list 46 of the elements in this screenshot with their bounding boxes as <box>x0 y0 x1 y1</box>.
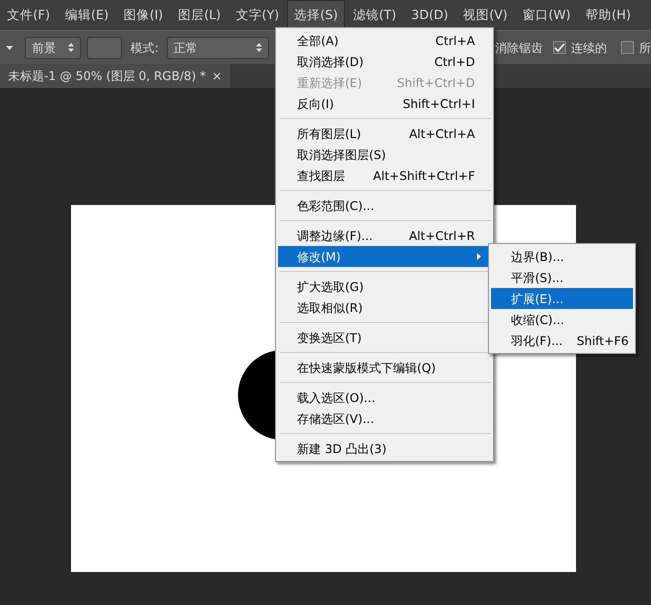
menu-item[interactable]: 文字(Y) <box>228 0 286 30</box>
menu-item[interactable]: 在快速蒙版模式下编辑(Q) <box>278 357 491 378</box>
menu-item[interactable]: 所有图层(L) Alt+Ctrl+A <box>278 123 491 144</box>
spinner-arrows-icon <box>68 43 74 52</box>
mode-select[interactable]: 正常 <box>166 36 270 58</box>
menu-item[interactable]: 平滑(S)... <box>491 267 633 288</box>
menu-item[interactable]: 羽化(F)... Shift+F6 <box>491 330 633 351</box>
menu-item[interactable]: 窗口(W) <box>516 0 578 30</box>
menu-item[interactable]: 扩大选取(G) <box>278 276 491 297</box>
checkbox[interactable] <box>553 41 566 54</box>
menu-item[interactable]: 新建 3D 凸出(3) <box>278 438 491 459</box>
menu-item[interactable]: 存储选区(V)... <box>278 408 491 429</box>
menu-item[interactable]: 帮助(H) <box>578 0 638 30</box>
dropdown-caret-icon[interactable] <box>6 46 13 50</box>
menu-item[interactable]: 选取相似(R) <box>278 297 491 318</box>
menu-item[interactable]: 选择(S) <box>287 0 345 30</box>
menu-item[interactable]: 图层(L) <box>171 0 228 30</box>
color-select[interactable] <box>86 36 122 58</box>
menu-item[interactable]: 边界(B)... <box>491 246 633 267</box>
menu-item[interactable]: 修改(M) <box>278 246 491 267</box>
document-tab[interactable]: 未标题-1 @ 50% (图层 0, RGB/8) * × <box>0 64 230 88</box>
menu-item[interactable]: 取消选择(D) Ctrl+D <box>278 51 491 72</box>
menu-item[interactable]: 扩展(E)... <box>491 288 633 309</box>
menu-item[interactable]: 反向(I) Shift+Ctrl+I <box>278 93 491 114</box>
menu-item[interactable]: 视图(V) <box>456 0 515 30</box>
menu-item[interactable]: 编辑(E) <box>58 0 116 30</box>
menu-item[interactable]: 调整边缘(F)... Alt+Ctrl+R <box>278 225 491 246</box>
close-icon[interactable]: × <box>212 67 222 85</box>
menu-item[interactable]: 查找图层 Alt+Shift+Ctrl+F <box>278 165 491 186</box>
menu-item[interactable]: 文件(F) <box>0 0 57 30</box>
menu-item[interactable]: 3D(D) <box>404 0 456 30</box>
menu-item[interactable]: 取消选择图层(S) <box>278 144 491 165</box>
checkbox[interactable] <box>621 41 634 54</box>
checkbox-label: 连续的 <box>571 40 608 56</box>
menu-item[interactable]: 全部(A) Ctrl+A <box>278 30 491 51</box>
menu-item[interactable]: 收缩(C)... <box>491 309 633 330</box>
antialias-label: 消除锯齿 <box>495 40 544 56</box>
fill-select[interactable]: 前景 <box>24 36 81 58</box>
menu-item[interactable]: 滤镜(T) <box>346 0 404 30</box>
menu-item[interactable]: 载入选区(O)... <box>278 387 491 408</box>
mode-label: 模式: <box>130 40 159 56</box>
checkbox-label: 所 <box>639 40 651 56</box>
spinner-arrows-icon <box>256 43 262 52</box>
menu-item[interactable]: 变换选区(T) <box>278 327 491 348</box>
menu-item[interactable]: 图像(I) <box>116 0 170 30</box>
menu-item[interactable]: 色彩范围(C)... <box>278 195 491 216</box>
